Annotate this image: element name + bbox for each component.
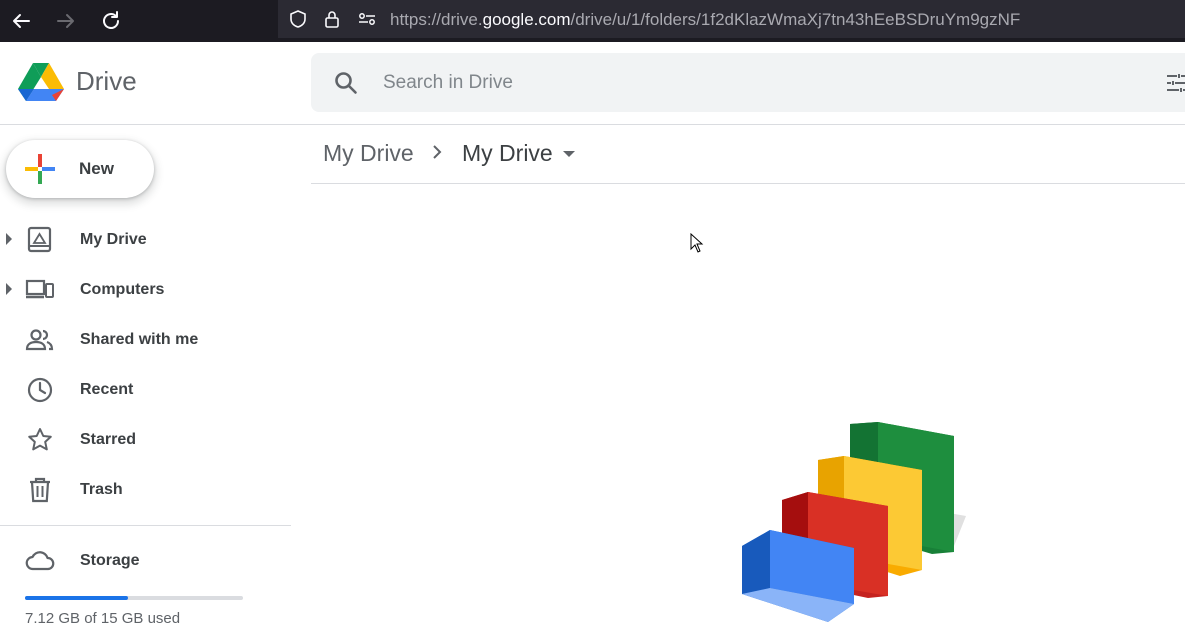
chevron-right-icon — [433, 145, 442, 159]
expand-caret-icon[interactable] — [6, 283, 12, 295]
breadcrumb-root[interactable]: My Drive — [323, 140, 414, 167]
reload-icon — [103, 11, 119, 29]
permissions-icon — [359, 13, 375, 25]
arrow-left-icon — [13, 14, 30, 28]
shared-icon — [25, 329, 54, 351]
search-options-icon[interactable] — [1164, 71, 1185, 95]
address-bar[interactable]: https://drive.google.com/drive/u/1/folde… — [278, 0, 1185, 38]
sidebar-item-recent[interactable]: Recent — [0, 368, 291, 412]
sidebar-item-label: Shared with me — [80, 331, 199, 348]
sidebar-item-computers[interactable]: Computers — [0, 268, 291, 312]
my-drive-icon — [27, 226, 52, 253]
breadcrumb: My Drive My Drive — [311, 124, 1185, 184]
storage-label: Storage — [80, 552, 140, 569]
chevron-down-icon[interactable] — [563, 151, 575, 157]
sidebar-item-shared-with-me[interactable]: Shared with me — [0, 318, 291, 362]
sidebar-item-label: Recent — [80, 381, 134, 398]
new-button-label: New — [79, 159, 114, 178]
sidebar-item-my-drive[interactable]: My Drive — [0, 218, 291, 262]
computers-icon — [25, 279, 54, 299]
sidebar-divider — [0, 525, 291, 526]
star-icon — [28, 428, 52, 451]
sidebar-item-trash[interactable]: Trash — [0, 468, 291, 512]
sidebar-item-label: My Drive — [80, 231, 147, 248]
reload-button[interactable] — [97, 7, 125, 35]
trash-icon — [30, 477, 50, 503]
plus-icon — [25, 154, 55, 184]
clock-icon — [27, 377, 53, 403]
app-title: Drive — [76, 66, 137, 96]
shield-icon — [290, 10, 306, 28]
sidebar: New My Drive Computers Shared with me Re… — [0, 124, 291, 627]
drive-logo-icon[interactable] — [18, 59, 64, 105]
sidebar-item-starred[interactable]: Starred — [0, 418, 291, 462]
sidebar-item-label: Computers — [80, 281, 165, 298]
new-button[interactable]: New — [6, 140, 154, 198]
forward-button[interactable] — [52, 7, 80, 35]
app-header: Drive — [0, 42, 1185, 125]
storage-usage-text: 7.12 GB of 15 GB used — [25, 610, 181, 627]
arrow-right-icon — [57, 14, 74, 28]
breadcrumb-current[interactable]: My Drive — [462, 140, 553, 167]
sidebar-item-storage[interactable]: Storage — [0, 539, 291, 583]
browser-toolbar: https://drive.google.com/drive/u/1/folde… — [0, 0, 1185, 42]
storage-progress-fill — [25, 596, 129, 600]
search-icon[interactable] — [333, 70, 359, 96]
mouse-cursor-icon — [690, 233, 704, 253]
sidebar-item-label: Trash — [80, 481, 123, 498]
cloud-icon — [25, 551, 55, 571]
search-input[interactable] — [381, 65, 1085, 101]
back-button[interactable] — [7, 7, 35, 35]
sidebar-item-label: Starred — [80, 431, 137, 448]
storage-progress-bar — [25, 596, 243, 600]
expand-caret-icon[interactable] — [6, 233, 12, 245]
empty-folder-illustration — [742, 422, 966, 622]
search-bar — [311, 53, 1185, 112]
url-text: https://drive.google.com/drive/u/1/folde… — [390, 10, 1021, 29]
lock-icon — [325, 11, 339, 28]
